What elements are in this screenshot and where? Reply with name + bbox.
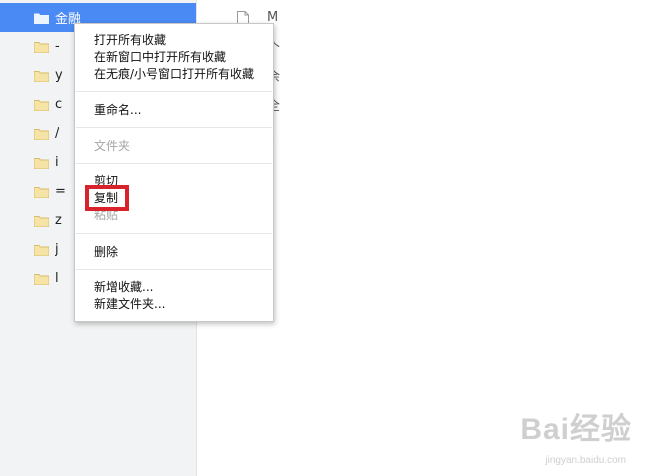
folder-icon (34, 215, 49, 227)
menu-separator (76, 269, 272, 270)
folder-label: y (55, 68, 63, 83)
menu-separator (76, 91, 272, 92)
folder-icon (34, 70, 49, 82)
menu-item-open-all-incognito[interactable]: 在无痕/小号窗口打开所有收藏 (94, 66, 254, 82)
menu-item-open-all-new-window[interactable]: 在新窗口中打开所有收藏 (94, 49, 226, 65)
folder-label: i (55, 155, 59, 170)
menu-item-add-bookmark[interactable]: 新增收藏... (94, 279, 153, 295)
folder-icon (34, 273, 49, 285)
folder-icon (34, 128, 49, 140)
menu-item-folder: 文件夹 (94, 139, 131, 153)
menu-item-rename[interactable]: 重命名... (94, 102, 141, 118)
folder-icon (34, 41, 49, 53)
folder-icon (34, 12, 49, 24)
menu-separator (76, 127, 272, 128)
context-menu: 打开所有收藏 在新窗口中打开所有收藏 在无痕/小号窗口打开所有收藏 重命名...… (74, 23, 274, 322)
folder-label: c (55, 97, 63, 112)
watermark-url: jingyan.baidu.com (545, 455, 626, 466)
folder-label: z (55, 213, 62, 228)
folder-icon (34, 186, 49, 198)
folder-label: l (55, 271, 59, 286)
folder-icon (34, 157, 49, 169)
menu-separator (76, 163, 272, 164)
folder-label: / (55, 126, 60, 141)
folder-icon (34, 99, 49, 111)
highlight-annotation (85, 185, 129, 211)
folder-icon (34, 244, 49, 256)
folder-label: - (55, 39, 60, 54)
menu-item-open-all[interactable]: 打开所有收藏 (94, 32, 166, 48)
folder-label: j (55, 242, 59, 257)
menu-item-delete[interactable]: 删除 (94, 244, 118, 260)
watermark-logo: Bai经验 (520, 413, 632, 446)
menu-item-new-folder[interactable]: 新建文件夹... (94, 296, 165, 312)
folder-label: = (55, 184, 66, 199)
menu-separator (76, 233, 272, 234)
